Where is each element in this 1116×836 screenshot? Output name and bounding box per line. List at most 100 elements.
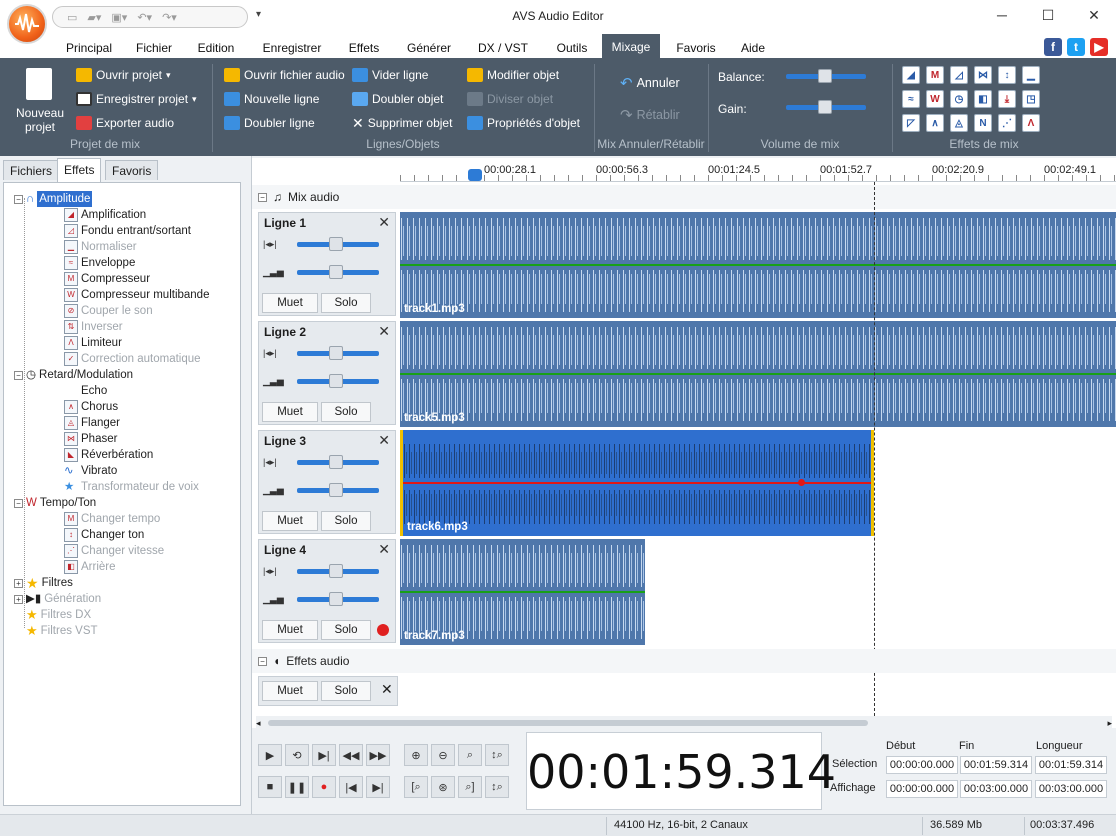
tree-node-filters[interactable]: + ★ Filtres bbox=[14, 575, 73, 591]
track-balance-thumb[interactable] bbox=[329, 455, 343, 469]
close-track-icon[interactable]: ✕ bbox=[378, 541, 390, 558]
record-icon[interactable] bbox=[377, 624, 389, 636]
record-icon[interactable]: ● bbox=[312, 776, 336, 798]
selection-length-field[interactable]: 00:01:59.314 bbox=[1035, 756, 1107, 774]
envelope-line[interactable] bbox=[400, 264, 1116, 266]
modify-object-button[interactable]: Modifier objet bbox=[467, 66, 559, 84]
tree-item-reverb[interactable]: ◣ Réverbération bbox=[64, 447, 153, 463]
menu-edition[interactable]: Edition bbox=[190, 34, 242, 58]
tree-item-change-tempo[interactable]: M Changer tempo bbox=[64, 511, 160, 527]
youtube-icon[interactable]: ▶ bbox=[1090, 38, 1108, 56]
horizontal-scrollbar[interactable]: ◂ ▸ bbox=[256, 716, 1112, 730]
new-project-button[interactable]: Nouveau projet bbox=[10, 106, 70, 134]
tree-item-auto-correction[interactable]: ✓ Correction automatique bbox=[64, 351, 201, 367]
save-project-button[interactable]: Enregistrer projet ▾ bbox=[76, 90, 197, 108]
menu-favoris[interactable]: Favoris bbox=[668, 34, 724, 58]
limiter-fx-icon[interactable]: ⤓ bbox=[998, 90, 1016, 108]
envelope-point[interactable] bbox=[798, 479, 805, 486]
track-balance-thumb[interactable] bbox=[329, 346, 343, 360]
compressor-fx-icon[interactable]: M bbox=[926, 66, 944, 84]
scroll-left-icon[interactable]: ◂ bbox=[256, 718, 261, 729]
zoom-vertical-in-icon[interactable]: ↕⌕ bbox=[485, 744, 509, 766]
tab-favoris[interactable]: Favoris bbox=[105, 160, 159, 180]
waveform-track3-selected[interactable]: track6.mp3 bbox=[400, 430, 874, 536]
tree-item-chorus[interactable]: ∧ Chorus bbox=[64, 399, 118, 415]
open-project-button[interactable]: Ouvrir projet ▾ bbox=[76, 66, 171, 84]
zoom-fit-icon[interactable]: ⌕ bbox=[458, 744, 482, 766]
effects-solo-button[interactable]: Solo bbox=[321, 681, 371, 701]
undo-button[interactable]: ↶ Annuler bbox=[620, 74, 680, 92]
track-volume-thumb[interactable] bbox=[329, 592, 343, 606]
collapse-icon[interactable]: − bbox=[14, 498, 23, 508]
collapse-icon[interactable]: − bbox=[14, 370, 23, 380]
close-effects-icon[interactable]: ✕ bbox=[381, 681, 393, 698]
speed-fx-icon[interactable]: ⋰ bbox=[998, 114, 1016, 132]
chorus-fx-icon[interactable]: ∧ bbox=[926, 114, 944, 132]
menu-generer[interactable]: Générer bbox=[400, 34, 458, 58]
reverse-fx-icon[interactable]: ◧ bbox=[974, 90, 992, 108]
menu-dx-vst[interactable]: DX / VST bbox=[470, 34, 536, 58]
tree-item-reverse[interactable]: ◧ Arrière bbox=[64, 559, 116, 575]
tree-item-change-speed[interactable]: ⋰ Changer vitesse bbox=[64, 543, 164, 559]
tree-item-envelope[interactable]: ≈ Enveloppe bbox=[64, 255, 135, 271]
menu-outils[interactable]: Outils bbox=[548, 34, 596, 58]
close-track-icon[interactable]: ✕ bbox=[378, 323, 390, 340]
mute-button[interactable]: Muet bbox=[262, 620, 318, 640]
envelope-line[interactable] bbox=[400, 591, 645, 593]
tree-item-phaser[interactable]: ⋈ Phaser bbox=[64, 431, 117, 447]
double-line-button[interactable]: Doubler ligne bbox=[224, 114, 315, 132]
close-icon[interactable]: ✕ bbox=[1084, 7, 1104, 25]
go-start-icon[interactable]: |◀ bbox=[339, 776, 363, 798]
mute-button[interactable]: Muet bbox=[262, 402, 318, 422]
tree-node-dx[interactable]: ★ Filtres DX bbox=[26, 607, 91, 623]
selection-end-field[interactable]: 00:01:59.314 bbox=[960, 756, 1032, 774]
tree-item-compressor[interactable]: M Compresseur bbox=[64, 271, 150, 287]
play-icon[interactable]: ▶ bbox=[258, 744, 282, 766]
menu-principal[interactable]: Principal bbox=[57, 34, 121, 58]
open-audio-file-button[interactable]: Ouvrir fichier audio bbox=[224, 66, 345, 84]
zoom-selection-icon[interactable]: ⊛ bbox=[431, 776, 455, 798]
mute-button[interactable]: Muet bbox=[262, 293, 318, 313]
balance-slider-thumb[interactable] bbox=[818, 69, 832, 83]
redo-button[interactable]: ↷ Rétablir bbox=[620, 106, 680, 124]
amplification-fx-icon[interactable]: ◢ bbox=[902, 66, 920, 84]
flanger-fx-icon[interactable]: ◬ bbox=[950, 114, 968, 132]
tree-item-normalize[interactable]: ▁ Normaliser bbox=[64, 239, 137, 255]
tree-item-voice[interactable]: ★ Transformateur de voix bbox=[64, 479, 199, 495]
menu-effets[interactable]: Effets bbox=[340, 34, 388, 58]
zoom-left-icon[interactable]: [⌕ bbox=[404, 776, 428, 798]
normalize-fx-icon[interactable]: ▁ bbox=[1022, 66, 1040, 84]
fade-fx-icon[interactable]: ◿ bbox=[950, 66, 968, 84]
menu-fichier[interactable]: Fichier bbox=[128, 34, 180, 58]
tree-item-fade[interactable]: ◿ Fondu entrant/sortant bbox=[64, 223, 191, 239]
tree-node-delay[interactable]: − ◷ Retard/Modulation bbox=[14, 367, 133, 383]
limiter-2-fx-icon[interactable]: Λ bbox=[1022, 114, 1040, 132]
tree-item-change-pitch[interactable]: ↕ Changer ton bbox=[64, 527, 144, 543]
track-volume-thumb[interactable] bbox=[329, 483, 343, 497]
track-volume-thumb[interactable] bbox=[329, 374, 343, 388]
tree-node-vst[interactable]: ★ Filtres VST bbox=[26, 623, 98, 639]
solo-button[interactable]: Solo bbox=[321, 293, 371, 313]
waveform-track4[interactable]: track7.mp3 bbox=[400, 539, 645, 645]
selection-start-field[interactable]: 00:00:00.000 bbox=[886, 756, 958, 774]
effects-mute-button[interactable]: Muet bbox=[262, 681, 318, 701]
zoom-vertical-out-icon[interactable]: ↕⌕ bbox=[485, 776, 509, 798]
play-selection-icon[interactable]: ▶| bbox=[312, 744, 336, 766]
vibrato-fx-icon[interactable]: N bbox=[974, 114, 992, 132]
stop-icon[interactable]: ■ bbox=[258, 776, 282, 798]
multiband-fx-icon[interactable]: W bbox=[926, 90, 944, 108]
pause-icon[interactable]: ❚❚ bbox=[285, 776, 309, 798]
envelope-fx-icon[interactable]: ≈ bbox=[902, 90, 920, 108]
go-end-icon[interactable]: ▶| bbox=[366, 776, 390, 798]
tree-node-generation[interactable]: + ▶▮ Génération bbox=[14, 591, 101, 607]
menu-aide[interactable]: Aide bbox=[732, 34, 774, 58]
tree-item-vibrato[interactable]: ∿ Vibrato bbox=[64, 463, 117, 479]
timeline-ruler[interactable]: 00:00:28.1 00:00:56.3 00:01:24.5 00:01:5… bbox=[400, 160, 1116, 182]
loop-icon[interactable]: ⟲ bbox=[285, 744, 309, 766]
tree-item-echo[interactable]: Echo bbox=[64, 383, 107, 399]
maximize-icon[interactable]: ☐ bbox=[1038, 7, 1058, 25]
solo-button[interactable]: Solo bbox=[321, 620, 371, 640]
gain-slider-thumb[interactable] bbox=[818, 100, 832, 114]
tree-item-mute[interactable]: ⊘ Couper le son bbox=[64, 303, 153, 319]
expand-icon[interactable]: + bbox=[14, 578, 23, 588]
